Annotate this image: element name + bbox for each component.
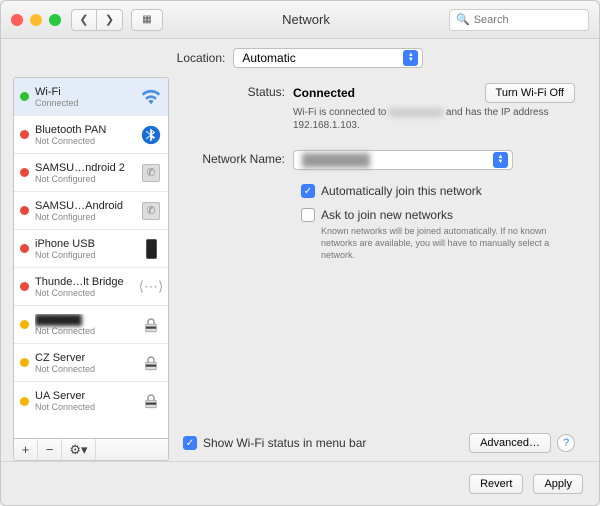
traffic-lights [11, 14, 61, 26]
show-status-checkbox[interactable]: ✓ [183, 436, 197, 450]
ask-join-label: Ask to join new networks [321, 208, 571, 222]
advanced-button[interactable]: Advanced… [469, 433, 551, 453]
apply-button[interactable]: Apply [533, 474, 583, 494]
service-actions-button[interactable]: ⚙︎▾ [62, 439, 96, 461]
location-row: Location: Automatic ▲▼ [1, 39, 599, 77]
location-label: Location: [177, 51, 226, 65]
status-dot [20, 130, 29, 139]
service-vpn-1[interactable]: ██████Not Connected [14, 306, 168, 344]
status-dot [20, 282, 29, 291]
ask-join-checkbox[interactable] [301, 208, 315, 222]
service-sidebar: Wi-FiConnected Bluetooth PANNot Connecte… [13, 77, 169, 461]
detail-pane: Status: Connected Turn Wi-Fi Off Wi-Fi i… [179, 77, 587, 461]
status-description: Wi-Fi is connected to and has the IP add… [293, 106, 575, 132]
service-cz-server[interactable]: CZ ServerNot Connected [14, 344, 168, 382]
location-value: Automatic [242, 51, 295, 65]
phone-icon: ✆ [140, 162, 162, 184]
service-list: Wi-FiConnected Bluetooth PANNot Connecte… [14, 78, 168, 438]
show-status-label: Show Wi-Fi status in menu bar [203, 436, 366, 450]
status-label: Status: [183, 83, 293, 132]
status-value: Connected [293, 86, 355, 100]
sidebar-footer: + − ⚙︎▾ [14, 438, 168, 460]
status-dot [20, 92, 29, 101]
lock-icon [140, 352, 162, 374]
service-thunderbolt[interactable]: Thunde…lt BridgeNot Connected ⟨⋯⟩ [14, 268, 168, 306]
add-service-button[interactable]: + [14, 439, 38, 461]
bluetooth-icon [140, 124, 162, 146]
network-name-value: ████████ [302, 153, 487, 167]
nav-group: ❮ ❯ [71, 9, 123, 31]
window-footer: Revert Apply [1, 461, 599, 505]
network-name-label: Network Name: [183, 150, 293, 170]
remove-service-button[interactable]: − [38, 439, 62, 461]
status-dot [20, 358, 29, 367]
zoom-button[interactable] [49, 14, 61, 26]
iphone-icon [140, 238, 162, 260]
chevron-updown-icon: ▲▼ [493, 152, 508, 168]
service-iphone-usb[interactable]: iPhone USBNot Configured [14, 230, 168, 268]
status-dot [20, 320, 29, 329]
back-button[interactable]: ❮ [71, 9, 97, 31]
minimize-button[interactable] [30, 14, 42, 26]
turn-wifi-off-button[interactable]: Turn Wi-Fi Off [485, 83, 575, 103]
service-ua-server[interactable]: UA ServerNot Connected [14, 382, 168, 420]
ask-join-help: Known networks will be joined automatica… [321, 225, 571, 261]
titlebar: ❮ ❯ ▦ Network 🔍 [1, 1, 599, 39]
location-select[interactable]: Automatic ▲▼ [233, 48, 423, 68]
service-bluetooth[interactable]: Bluetooth PANNot Connected [14, 116, 168, 154]
close-button[interactable] [11, 14, 23, 26]
lock-icon [140, 390, 162, 412]
content: Wi-FiConnected Bluetooth PANNot Connecte… [1, 77, 599, 461]
window-title: Network [163, 12, 449, 27]
help-button[interactable]: ? [557, 434, 575, 452]
status-dot [20, 397, 29, 406]
network-prefpane: ❮ ❯ ▦ Network 🔍 Location: Automatic ▲▼ W… [0, 0, 600, 506]
revert-button[interactable]: Revert [469, 474, 523, 494]
status-dot [20, 206, 29, 215]
search-icon: 🔍 [456, 13, 470, 26]
chevron-updown-icon: ▲▼ [403, 50, 418, 66]
network-name-select[interactable]: ████████ ▲▼ [293, 150, 513, 170]
phone-icon: ✆ [140, 200, 162, 222]
wifi-icon [140, 86, 162, 108]
service-wifi[interactable]: Wi-FiConnected [14, 78, 168, 116]
service-samsung[interactable]: SAMSU…AndroidNot Configured ✆ [14, 192, 168, 230]
forward-button[interactable]: ❯ [97, 9, 123, 31]
thunderbolt-icon: ⟨⋯⟩ [140, 276, 162, 298]
search-input[interactable] [474, 14, 582, 26]
status-dot [20, 168, 29, 177]
status-dot [20, 244, 29, 253]
auto-join-label: Automatically join this network [321, 184, 482, 198]
search-field[interactable]: 🔍 [449, 9, 589, 31]
lock-icon [140, 314, 162, 336]
redacted-ssid [389, 108, 443, 117]
auto-join-checkbox[interactable]: ✓ [301, 184, 315, 198]
show-all-button[interactable]: ▦ [131, 9, 163, 31]
service-samsung2[interactable]: SAMSU…ndroid 2Not Configured ✆ [14, 154, 168, 192]
